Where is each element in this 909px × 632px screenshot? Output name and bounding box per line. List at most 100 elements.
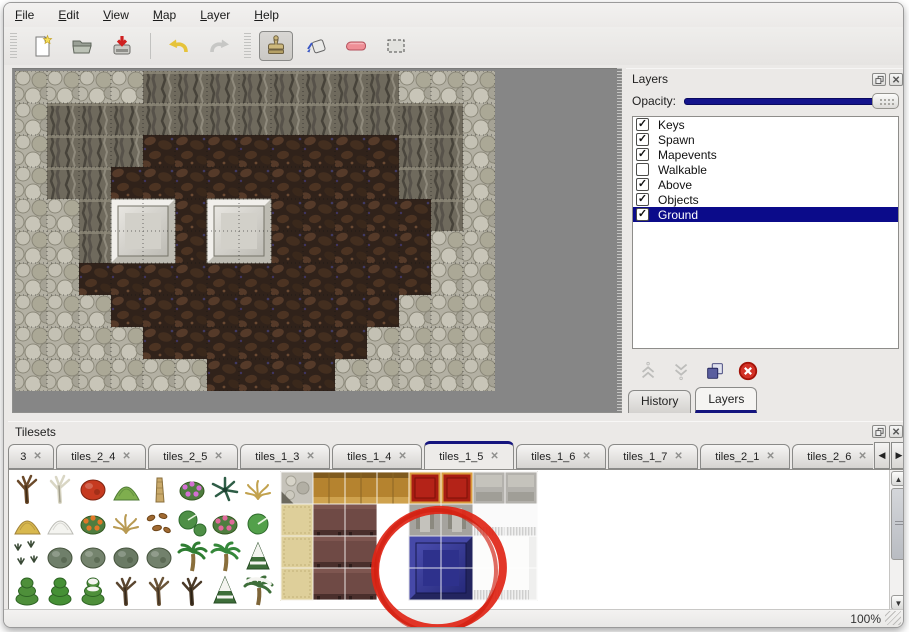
sprite-gray-bush[interactable] <box>81 548 105 568</box>
tile-maroon-table-tile[interactable] <box>345 504 377 536</box>
scroll-down-icon[interactable]: ▼ <box>891 595 904 610</box>
tile-tan-mat-tile[interactable] <box>281 568 313 600</box>
menu-edit[interactable]: Edit <box>58 8 79 22</box>
eraser-tool-button[interactable] <box>339 31 373 61</box>
sprite-conifer-bush[interactable] <box>16 578 38 605</box>
layer-row-objects[interactable]: ✓Objects <box>633 192 898 207</box>
layer-visibility-checkbox[interactable]: ✓ <box>636 133 649 146</box>
undo-button[interactable] <box>162 31 196 61</box>
sprite-lily-pad[interactable] <box>248 514 268 534</box>
sprite-palm-trunk[interactable] <box>156 478 164 502</box>
dock-splitter-handle[interactable] <box>616 68 623 413</box>
duplicate-layer-button[interactable] <box>702 358 728 384</box>
sprite-gray-bush[interactable] <box>48 548 72 568</box>
sprite-snowy-pine[interactable] <box>247 543 269 569</box>
tile-gray-block-tile[interactable] <box>441 504 473 536</box>
sprite-twisted-tree[interactable] <box>150 578 168 604</box>
tile-maroon-table-tile[interactable] <box>345 568 377 600</box>
sprite-dead-tree-pale[interactable] <box>51 476 69 502</box>
layer-visibility-checkbox[interactable]: ✓ <box>636 208 649 221</box>
tile-maroon-table-tile[interactable] <box>313 536 345 568</box>
close-button[interactable] <box>889 73 903 86</box>
new-file-button[interactable] <box>25 31 59 61</box>
sprite-twisted-tree-dark[interactable] <box>183 578 201 604</box>
sprite-straw-mound[interactable] <box>15 521 40 534</box>
save-button[interactable] <box>105 31 139 61</box>
map-canvas[interactable] <box>12 68 622 413</box>
tile-maroon-table-tile[interactable] <box>313 568 345 600</box>
dock-tab-history[interactable]: History <box>628 390 691 413</box>
tab-close-icon[interactable]: ✕ <box>674 451 682 462</box>
tile-maroon-table-tile[interactable] <box>345 536 377 568</box>
menu-view[interactable]: View <box>103 8 129 22</box>
tileset-tab-tiles_1_5[interactable]: tiles_1_5✕ <box>424 441 514 469</box>
open-folder-button[interactable] <box>65 31 99 61</box>
sprite-dead-tree-brown[interactable] <box>18 476 36 502</box>
menu-layer[interactable]: Layer <box>200 8 230 22</box>
float-button[interactable] <box>872 73 886 86</box>
opacity-slider-handle[interactable] <box>872 93 899 109</box>
layer-visibility-checkbox[interactable]: ✓ <box>636 193 649 206</box>
tile-red-carpet-tile[interactable] <box>442 473 472 503</box>
menu-help[interactable]: Help <box>254 8 279 22</box>
dock-tab-layers[interactable]: Layers <box>695 387 757 413</box>
tile-gray-block-tile[interactable] <box>409 504 441 536</box>
tab-scroll-left-icon[interactable]: ◀ <box>874 442 890 469</box>
tile-maroon-table-tile[interactable] <box>313 504 345 536</box>
sprite-red-flower-large[interactable] <box>81 480 105 500</box>
tileset-tab-tiles_2_6[interactable]: tiles_2_6✕ <box>792 444 873 469</box>
tile-tan-mat-tile[interactable] <box>281 536 313 568</box>
tile-gray-floor-tile[interactable] <box>473 472 505 504</box>
tile-gold-table-tile[interactable] <box>377 472 409 504</box>
sprite-palm-tree[interactable] <box>179 543 206 571</box>
opacity-slider[interactable] <box>684 93 899 109</box>
sprite-dark-sprigs[interactable] <box>15 541 37 564</box>
sprite-conifer-snow[interactable] <box>82 578 104 605</box>
tile-gray-floor-tile[interactable] <box>505 472 537 504</box>
tile-gold-table-tile[interactable] <box>345 472 377 504</box>
sprite-twisted-dead-tree[interactable] <box>117 578 135 604</box>
opacity-slider-track[interactable] <box>684 98 899 105</box>
layer-row-above[interactable]: ✓Above <box>633 177 898 192</box>
menu-map[interactable]: Map <box>153 8 176 22</box>
lower-layer-button[interactable] <box>669 358 695 384</box>
tile-stone-floor-tile[interactable] <box>281 472 313 504</box>
layer-row-ground[interactable]: ✓Ground <box>633 207 898 222</box>
sprite-dry-grass-tuft[interactable] <box>114 515 138 533</box>
menu-file[interactable]: File <box>15 8 34 22</box>
float-button[interactable] <box>872 425 886 438</box>
tileset-tab-tiles_1_6[interactable]: tiles_1_6✕ <box>516 444 606 469</box>
tileset-tab-tiles_1_7[interactable]: tiles_1_7✕ <box>608 444 698 469</box>
raise-layer-button[interactable] <box>636 358 662 384</box>
tileset-tab-tiles_2_1[interactable]: tiles_2_1✕ <box>700 444 790 469</box>
layer-visibility-checkbox[interactable] <box>636 163 649 176</box>
sprite-fallen-leaves[interactable] <box>146 513 171 534</box>
sprite-gray-bush[interactable] <box>114 548 138 568</box>
tileset-image[interactable] <box>9 470 889 611</box>
layer-row-keys[interactable]: ✓Keys <box>633 117 898 132</box>
sprite-pink-flower-bush[interactable] <box>180 481 204 500</box>
tab-close-icon[interactable]: ✕ <box>766 451 774 462</box>
tab-close-icon[interactable]: ✕ <box>33 451 41 462</box>
layer-row-mapevents[interactable]: ✓Mapevents <box>633 147 898 162</box>
layer-visibility-checkbox[interactable]: ✓ <box>636 118 649 131</box>
sprite-snowy-pine[interactable] <box>214 577 236 603</box>
stamp-tool-button[interactable] <box>259 31 293 61</box>
tile-tan-mat-tile[interactable] <box>281 504 313 536</box>
tab-scroll-right-icon[interactable]: ▶ <box>891 442 904 469</box>
layer-visibility-checkbox[interactable]: ✓ <box>636 178 649 191</box>
tab-close-icon[interactable]: ✕ <box>306 451 314 462</box>
tileset-tab-3[interactable]: 3✕ <box>8 444 54 469</box>
layer-visibility-checkbox[interactable]: ✓ <box>636 148 649 161</box>
sprite-orange-flower-bush[interactable] <box>81 515 105 534</box>
select-tool-button[interactable] <box>379 31 413 61</box>
tab-close-icon[interactable]: ✕ <box>214 451 222 462</box>
sprite-lily-pads[interactable] <box>179 511 206 536</box>
tile-white-fringe-tile[interactable] <box>473 504 505 536</box>
sprite-dark-fern[interactable] <box>213 478 237 500</box>
layer-row-walkable[interactable]: Walkable <box>633 162 898 177</box>
tab-close-icon[interactable]: ✕ <box>490 451 498 462</box>
sprite-snow-mound[interactable] <box>48 521 73 534</box>
sprite-snowy-palm[interactable] <box>245 577 272 605</box>
tileset-tab-tiles_1_4[interactable]: tiles_1_4✕ <box>332 444 422 469</box>
